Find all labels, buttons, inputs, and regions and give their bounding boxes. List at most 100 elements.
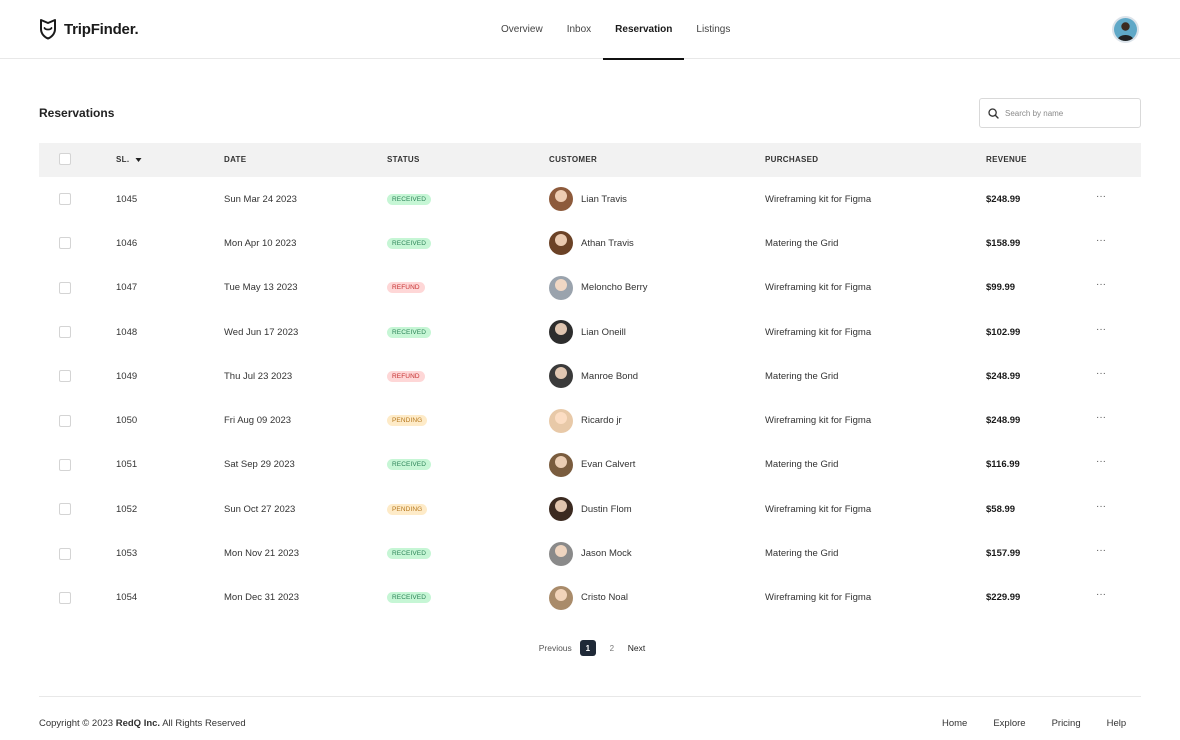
row-purchased: Matering the Grid — [765, 370, 839, 382]
row-checkbox[interactable] — [59, 458, 71, 471]
search-box[interactable] — [979, 98, 1141, 128]
status-badge: REFUND — [387, 282, 425, 294]
reservations-table: SL. DATE STATUS CUSTOMER PURCHASED REVEN… — [39, 143, 1141, 620]
row-date: Sat Sep 29 2023 — [224, 459, 295, 471]
row-checkbox[interactable] — [59, 503, 71, 516]
more-horizontal-icon[interactable]: ··· — [1096, 545, 1106, 556]
row-revenue: $229.99 — [986, 592, 1021, 604]
status-badge: PENDING — [387, 503, 428, 515]
row-purchased: Wireframing kit for Figma — [765, 503, 872, 515]
row-select-cell — [59, 443, 71, 487]
customer-name: Jason Mock — [581, 548, 632, 560]
row-checkbox[interactable] — [59, 547, 71, 560]
row-date: Mon Dec 31 2023 — [224, 592, 299, 604]
table-row[interactable]: 1053 Mon Nov 21 2023 RECEIVED Jason Mock Mat… — [39, 531, 1141, 575]
row-sl: 1054 — [116, 592, 138, 604]
customer-name: Dustin Flom — [581, 503, 632, 515]
more-horizontal-icon[interactable]: ··· — [1096, 368, 1106, 379]
row-actions-cell: ··· — [1096, 531, 1106, 575]
row-checkbox[interactable] — [59, 326, 71, 339]
user-avatar[interactable] — [1112, 16, 1139, 43]
row-date: Mon Nov 21 2023 — [224, 548, 299, 560]
customer-avatar — [549, 497, 573, 522]
footer-link-pricing[interactable]: Pricing — [1052, 718, 1081, 729]
brand-logo[interactable]: TripFinder. — [38, 17, 139, 41]
row-purchased: Wireframing kit for Figma — [765, 282, 872, 294]
nav-overview[interactable]: Overview — [489, 0, 555, 59]
shield-logo-icon — [40, 19, 56, 40]
nav-reservation[interactable]: Reservation — [603, 0, 685, 60]
status-badge: RECEIVED — [387, 237, 432, 249]
customer-avatar — [549, 364, 573, 389]
table-row[interactable]: 1054 Mon Dec 31 2023 RECEIVED Cristo Noal Wi… — [39, 576, 1141, 620]
more-horizontal-icon[interactable]: ··· — [1096, 191, 1106, 202]
next-page-button[interactable]: Next — [628, 643, 645, 653]
more-horizontal-icon[interactable]: ··· — [1096, 456, 1106, 467]
row-purchased: Matering the Grid — [765, 237, 839, 249]
previous-page-button[interactable]: Previous — [539, 643, 572, 653]
more-horizontal-icon[interactable]: ··· — [1096, 501, 1106, 512]
row-revenue: $157.99 — [986, 548, 1021, 560]
table-row[interactable]: 1051 Sat Sep 29 2023 RECEIVED Evan Calvert M… — [39, 443, 1141, 487]
row-checkbox[interactable] — [59, 414, 71, 427]
revenue-header: REVENUE — [986, 155, 1027, 164]
table-row[interactable]: 1050 Fri Aug 09 2023 PENDING Ricardo jr Wire… — [39, 398, 1141, 442]
row-purchased: Wireframing kit for Figma — [765, 415, 872, 427]
more-horizontal-icon[interactable]: ··· — [1096, 279, 1106, 290]
row-revenue: $158.99 — [986, 237, 1021, 249]
more-horizontal-icon[interactable]: ··· — [1096, 412, 1106, 423]
row-actions-cell: ··· — [1096, 576, 1106, 620]
row-revenue: $58.99 — [986, 503, 1016, 515]
status-badge: RECEIVED — [387, 326, 432, 338]
customer-avatar — [549, 231, 573, 256]
row-revenue: $99.99 — [986, 282, 1016, 294]
row-customer-cell: Athan Travis — [549, 221, 634, 265]
page-1-button[interactable]: 1 — [579, 640, 596, 656]
table-row[interactable]: 1048 Wed Jun 17 2023 RECEIVED Lian Oneill Wi… — [39, 310, 1141, 354]
footer-link-help[interactable]: Help — [1107, 718, 1127, 729]
more-horizontal-icon[interactable]: ··· — [1096, 324, 1106, 335]
select-all-checkbox[interactable] — [59, 153, 71, 165]
caret-down-icon — [135, 157, 142, 162]
footer-link-home[interactable]: Home — [942, 718, 967, 729]
customer-avatar — [549, 275, 573, 300]
pagination: Previous 1 2 Next — [0, 640, 1180, 656]
row-status-cell: RECEIVED — [387, 310, 432, 354]
sl-header[interactable]: SL. — [116, 143, 142, 177]
row-checkbox[interactable] — [59, 370, 71, 383]
nav-inbox[interactable]: Inbox — [555, 0, 603, 59]
table-row[interactable]: 1052 Sun Oct 27 2023 PENDING Dustin Flom Wir… — [39, 487, 1141, 531]
row-actions-cell: ··· — [1096, 354, 1106, 398]
customer-avatar — [549, 585, 573, 610]
row-checkbox[interactable] — [59, 591, 71, 604]
row-revenue: $102.99 — [986, 326, 1021, 338]
row-date: Sun Mar 24 2023 — [224, 193, 297, 205]
footer-link-explore[interactable]: Explore — [993, 718, 1025, 729]
table-row[interactable]: 1047 Tue May 13 2023 REFUND Meloncho Berry W… — [39, 266, 1141, 310]
row-checkbox[interactable] — [59, 237, 71, 250]
table-row[interactable]: 1045 Sun Mar 24 2023 RECEIVED Lian Travis Wi… — [39, 177, 1141, 221]
search-icon — [988, 107, 999, 119]
row-checkbox[interactable] — [59, 281, 71, 294]
search-input[interactable] — [1005, 108, 1125, 118]
customer-avatar — [549, 408, 573, 433]
row-select-cell — [59, 221, 71, 265]
row-actions-cell: ··· — [1096, 177, 1106, 221]
row-sl: 1048 — [116, 326, 138, 338]
purchased-header: PURCHASED — [765, 155, 819, 164]
user-icon — [1114, 18, 1137, 41]
nav-listings[interactable]: Listings — [684, 0, 742, 59]
row-checkbox[interactable] — [59, 193, 71, 206]
top-header: TripFinder. Overview Inbox Reservation L… — [0, 0, 1180, 60]
row-sl: 1052 — [116, 503, 138, 515]
copyright-text: Copyright © 2023 RedQ Inc. All Rights Re… — [39, 718, 246, 729]
status-header: STATUS — [387, 155, 420, 164]
status-badge: RECEIVED — [387, 459, 432, 471]
more-horizontal-icon[interactable]: ··· — [1096, 589, 1106, 600]
more-horizontal-icon[interactable]: ··· — [1096, 235, 1106, 246]
table-row[interactable]: 1046 Mon Apr 10 2023 RECEIVED Athan Travis M… — [39, 221, 1141, 265]
customer-name: Evan Calvert — [581, 459, 636, 471]
page-2-button[interactable]: 2 — [604, 640, 620, 656]
table-body: 1045 Sun Mar 24 2023 RECEIVED Lian Travis Wi… — [39, 177, 1141, 620]
table-row[interactable]: 1049 Thu Jul 23 2023 REFUND Manroe Bond Mate… — [39, 354, 1141, 398]
